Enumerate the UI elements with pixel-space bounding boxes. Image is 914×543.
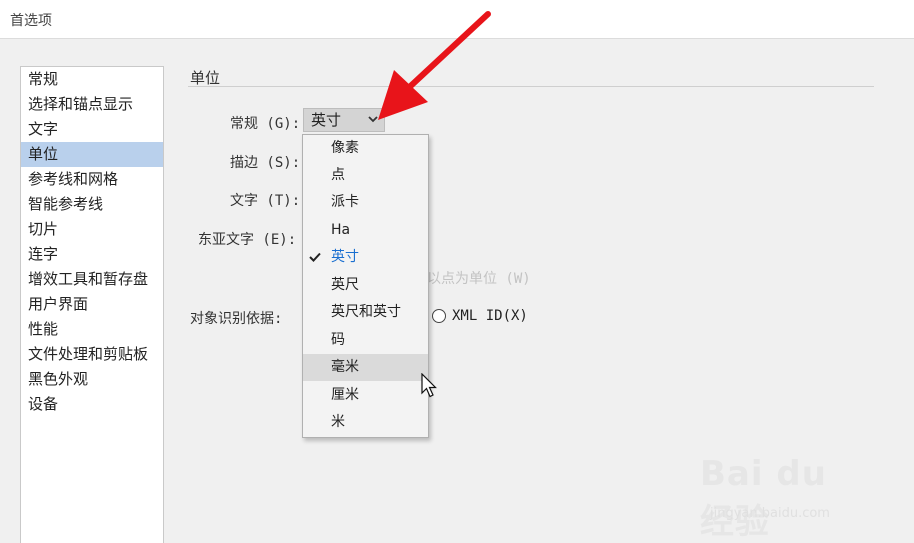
dropdown-option-label: 英寸 [331,249,359,265]
sidebar-item-type[interactable]: 文字 [21,117,163,142]
window-title: 首选项 [10,13,52,29]
sidebar-item-smart-guides[interactable]: 智能参考线 [21,192,163,217]
dropdown-option-label: 点 [331,167,345,183]
red-arrow-annotation-icon [378,11,491,120]
numbers-without-units-hint: 以点为单位 (W) [427,271,531,287]
sidebar-item-plugins-scratch-disks[interactable]: 增效工具和暂存盘 [21,267,163,292]
sidebar-item-guides-grid[interactable]: 参考线和网格 [21,167,163,192]
dropdown-option-feet-inches[interactable]: 英尺和英寸 [303,299,428,326]
dropdown-option-label: 毫米 [331,359,359,375]
dropdown-option-label: 英尺和英寸 [331,304,401,320]
sidebar-item-general[interactable]: 常规 [21,67,163,92]
dropdown-option-picas[interactable]: 派卡 [303,189,428,216]
dropdown-option-feet[interactable]: 英尺 [303,272,428,299]
watermark-url-text: jingyan.baidu.com [710,506,830,521]
xml-id-radio-label: XML ID(X) [452,308,528,324]
dropdown-option-label: 派卡 [331,194,359,210]
dropdown-option-label: 英尺 [331,277,359,293]
dropdown-option-points[interactable]: 点 [303,162,428,189]
xml-id-radio[interactable]: XML ID(X) [432,306,528,326]
dropdown-option-inches[interactable]: 英寸 [303,244,428,271]
general-unit-value: 英寸 [311,111,342,129]
dropdown-option-meters[interactable]: 米 [303,409,428,436]
dropdown-option-millimeters[interactable]: 毫米 [303,354,428,381]
sidebar-item-units[interactable]: 单位 [21,142,163,167]
type-unit-label: 文字 (T): [230,193,301,209]
preferences-sidebar: 常规 选择和锚点显示 文字 单位 参考线和网格 智能参考线 切片 连字 增效工具… [20,66,164,543]
sidebar-item-file-handling-clipboard[interactable]: 文件处理和剪贴板 [21,342,163,367]
sidebar-item-user-interface[interactable]: 用户界面 [21,292,163,317]
dropdown-option-label: 厘米 [331,387,359,403]
mouse-cursor-icon [421,373,437,398]
watermark-logo-text: Bai du 经验 [700,454,827,542]
dropdown-option-ha[interactable]: Ha [303,217,428,244]
radio-circle-icon [432,309,446,323]
object-id-label: 对象识别依据: [190,311,283,327]
general-unit-label: 常规 (G): [230,116,301,132]
dropdown-option-centimeters[interactable]: 厘米 [303,382,428,409]
sidebar-item-selection-anchor-display[interactable]: 选择和锚点显示 [21,92,163,117]
dropdown-option-label: 码 [331,332,345,348]
dropdown-option-yards[interactable]: 码 [303,327,428,354]
checkmark-icon [309,252,321,262]
stroke-unit-label: 描边 (S): [230,155,301,171]
dropdown-option-label: 像素 [331,140,359,156]
dropdown-option-pixels[interactable]: 像素 [303,135,428,162]
unit-dropdown-menu: 像素 点 派卡 Ha 英寸 英尺 英尺和英寸 码 毫米 厘米 米 [302,134,429,438]
asian-type-unit-label: 东亚文字 (E): [198,232,297,248]
dropdown-option-label: Ha [331,222,351,238]
section-title-units: 单位 [190,69,221,87]
sidebar-item-slices[interactable]: 切片 [21,217,163,242]
sidebar-item-appearance-of-black[interactable]: 黑色外观 [21,367,163,392]
baidu-jingyan-watermark: Bai du 经验 jingyan.baidu.com [700,446,870,542]
sidebar-item-performance[interactable]: 性能 [21,317,163,342]
section-divider [188,86,874,87]
sidebar-item-devices[interactable]: 设备 [21,392,163,417]
sidebar-item-hyphenation[interactable]: 连字 [21,242,163,267]
dropdown-option-label: 米 [331,414,345,430]
